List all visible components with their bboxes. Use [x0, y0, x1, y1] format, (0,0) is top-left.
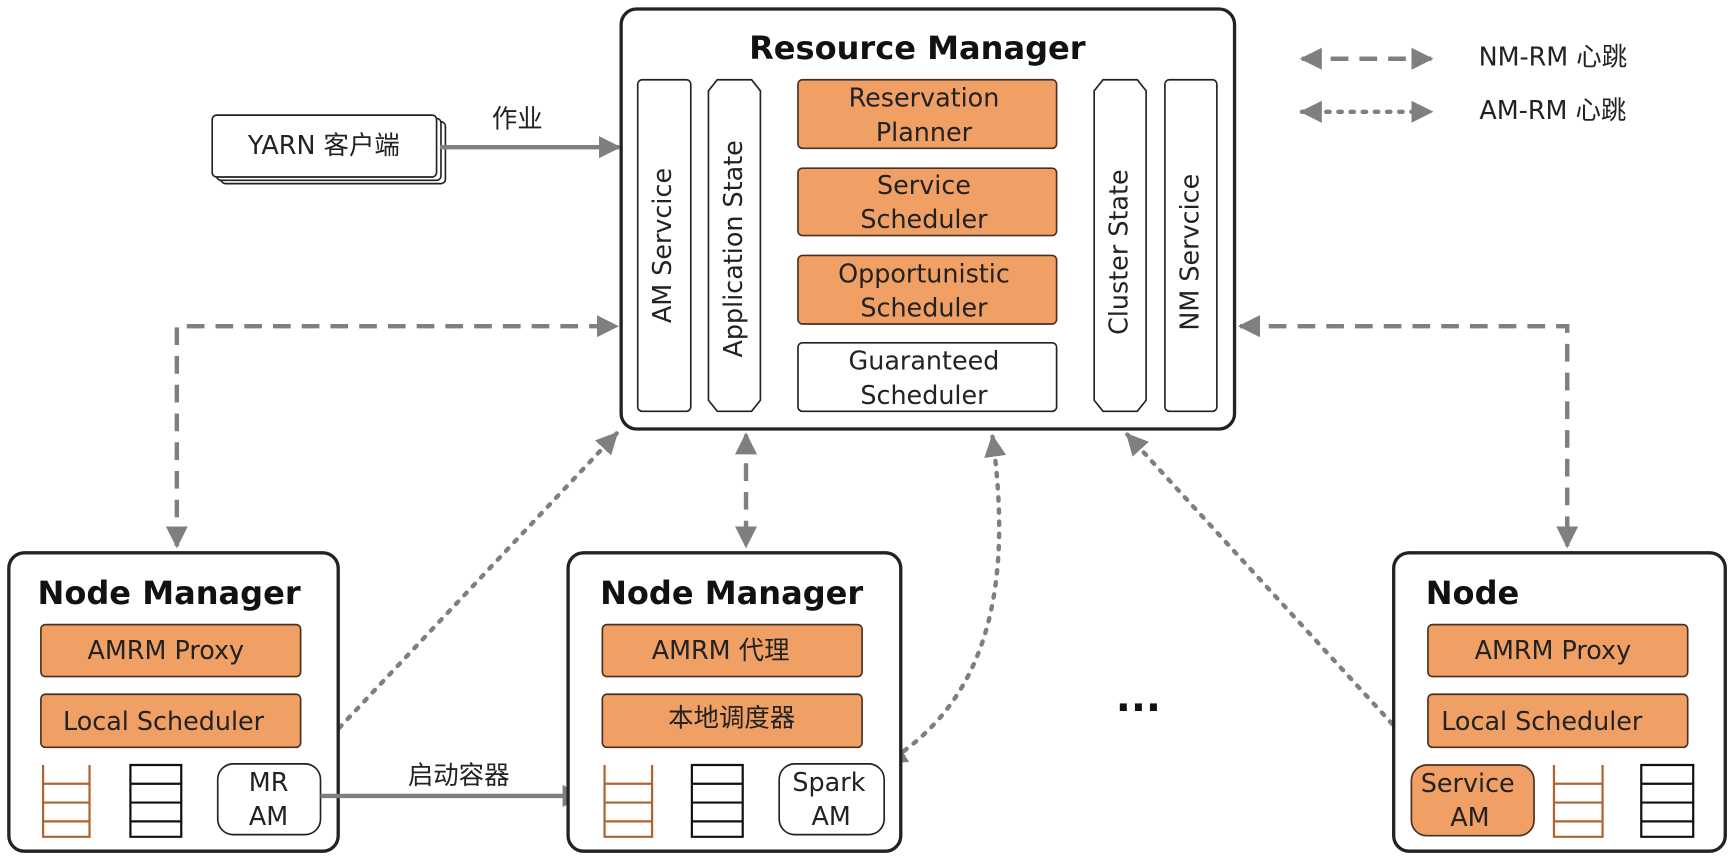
node-manager-2: Node Manager AMRM 代理 本地调度器 Spark AM — [566, 551, 903, 853]
resource-manager: Resource Manager AM Servcice Application… — [619, 7, 1237, 431]
application-state-label: Application State — [718, 140, 748, 357]
legend-nm-rm-label: NM-RM 心跳 — [1479, 42, 1628, 72]
heartbeat-service-am-rm — [1125, 432, 1428, 763]
service-scheduler: Service Scheduler — [797, 167, 1058, 237]
am-service-label: AM Servcice — [647, 168, 677, 323]
heartbeat-node3-rm — [1237, 315, 1579, 549]
guaranteed-scheduler-line2: Scheduler — [860, 380, 988, 410]
mr-am-line1: MR — [249, 767, 289, 797]
service-scheduler-line1: Service — [877, 170, 971, 200]
heartbeat-spark-am-rm — [884, 434, 1007, 765]
heartbeat-nm1-rm — [165, 315, 619, 549]
reservation-planner: Reservation Planner — [797, 78, 1058, 150]
resource-stack-icon — [1640, 763, 1695, 838]
launch-container-label: 启动容器 — [408, 760, 510, 790]
node-manager-1: Node Manager AMRM Proxy Local Scheduler … — [7, 551, 340, 853]
node-3-title: Node — [1426, 574, 1520, 612]
opportunistic-scheduler-line2: Scheduler — [860, 293, 988, 323]
reservation-planner-line2: Planner — [876, 117, 973, 147]
job-edge-label: 作业 — [492, 104, 543, 134]
local-scheduler-label: 本地调度器 — [668, 703, 795, 733]
local-scheduler-label: Local Scheduler — [1441, 706, 1643, 736]
node-manager-2-title: Node Manager — [600, 574, 863, 612]
amrm-proxy-label: AMRM Proxy — [1475, 635, 1632, 665]
amrm-proxy-label: AMRM 代理 — [652, 635, 790, 665]
spark-am-line2: AM — [811, 801, 850, 831]
more-nodes-ellipsis: ... — [1116, 675, 1161, 721]
client-label: YARN 客户端 — [247, 130, 400, 160]
legend-am-rm-label: AM-RM 心跳 — [1479, 95, 1626, 125]
resource-stack-icon — [690, 763, 744, 838]
guaranteed-scheduler: Guaranteed Scheduler — [797, 341, 1058, 413]
legend: NM-RM 心跳 AM-RM 心跳 — [1299, 42, 1628, 125]
mr-am-line2: AM — [249, 801, 288, 831]
opportunistic-scheduler: Opportunistic Scheduler — [797, 254, 1058, 325]
guaranteed-scheduler-line1: Guaranteed — [849, 346, 1000, 376]
opportunistic-scheduler-line1: Opportunistic — [838, 258, 1010, 288]
service-scheduler-line2: Scheduler — [860, 204, 988, 234]
cluster-state-label: Cluster State — [1104, 169, 1134, 335]
nm-service-label: NM Servcice — [1174, 174, 1204, 331]
node-3: Node AMRM Proxy Local Scheduler Service … — [1392, 551, 1727, 853]
amrm-proxy-label: AMRM Proxy — [88, 635, 245, 665]
local-scheduler-label: Local Scheduler — [63, 706, 265, 736]
yarn-architecture-diagram: NM-RM 心跳 AM-RM 心跳 YARN 客户端 作业 Resource M… — [7, 7, 1727, 853]
node-manager-1-title: Node Manager — [38, 574, 301, 612]
yarn-client: YARN 客户端 — [211, 114, 447, 185]
resource-stack-icon — [129, 763, 183, 838]
reservation-planner-line1: Reservation — [849, 83, 1000, 113]
service-am-line2: AM — [1450, 802, 1489, 832]
spark-am-line1: Spark — [792, 767, 865, 797]
service-am-line1: Service — [1421, 768, 1515, 798]
resource-manager-title: Resource Manager — [749, 29, 1086, 67]
